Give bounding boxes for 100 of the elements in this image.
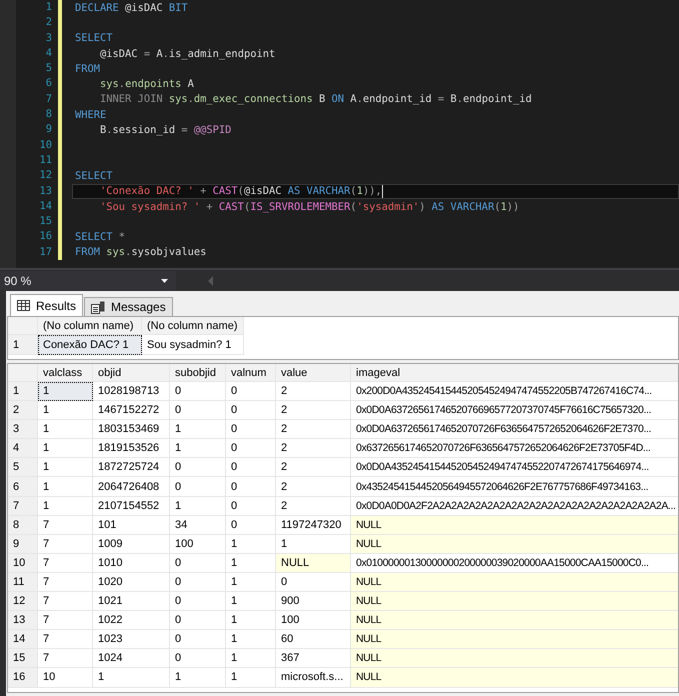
row-number: 2 [8,401,38,420]
table-cell: NULL [351,649,678,668]
table-cell: NULL [351,611,678,630]
table-cell: 1 [226,592,276,612]
code-token: endpoint_id [362,93,433,106]
code-token: . [188,93,194,106]
column-header[interactable]: subobjid [170,364,226,382]
column-header[interactable]: valnum [226,364,276,382]
row-number: 15 [8,649,38,668]
code-token: + [205,200,214,212]
table-cell: 1028198713 [93,382,170,402]
table-cell: 1 [226,554,276,573]
grid-icon [17,300,30,311]
table-cell: 60 [276,630,351,650]
row-number: 1 [8,335,38,355]
code-token: * [118,231,126,244]
corner-header[interactable] [8,317,38,335]
table-cell: 1 [38,382,93,402]
column-header[interactable]: valclass [38,364,93,382]
column-header[interactable]: imageval [351,364,678,382]
column-header[interactable]: value [276,364,351,382]
code-token: is_admin_endpoint [168,48,276,60]
code-token: ( [238,185,244,198]
table-cell: 1 [276,534,351,554]
table-cell: 1 [170,439,226,458]
code-token: B [449,93,457,106]
table-cell: 7 [38,649,93,668]
line-number: 5 [44,61,53,76]
code-token: IS_SRVROLEMEMBER [250,200,350,212]
table-cell: 1197247320 [276,516,351,535]
table-cell: 1 [38,401,93,420]
line-number: 3 [44,30,53,46]
table-cell: 2107154552 [93,496,170,516]
table-cell: 2 [276,420,351,440]
row-number: 13 [8,611,38,630]
row-number: 5 [8,458,38,478]
table-cell: 0 [170,630,226,650]
code-token: FROM [75,62,100,75]
code-token: 'Sou sysadmin? ' [99,200,200,212]
table-cell: NULL [351,592,678,612]
table-cell: 0 [226,382,276,402]
table-cell: 1 [38,420,93,440]
table-cell: NULL [351,668,678,688]
code-token: B [318,93,326,106]
table-cell: 0x0D0A0D0A2F2A2A2A2A2A2A2A2A2A2A2A2A2A2A2A2A2A2A2A2A... [351,496,678,516]
table-cell: 1872725724 [93,458,170,478]
code-token: sysobjvalues [131,246,206,258]
document-icon [91,300,106,314]
line-number: 17 [38,244,53,260]
code-token: CAST [212,185,238,198]
line-number: 1 [44,0,53,15]
code-token: ( [350,200,357,212]
code-token: SELECT [75,32,113,44]
code-token: 'Conexão DAC? ' [99,185,194,198]
results-tab[interactable]: Results [10,294,84,316]
code-token: A [349,93,357,106]
code-token: INNER JOIN [99,93,164,106]
corner-header[interactable] [8,364,38,382]
table-cell: 2064726408 [93,477,170,497]
column-header[interactable]: objid [93,364,170,382]
code-editor[interactable] [0,0,679,268]
table-cell: 7 [38,611,93,630]
table-cell: 1 [38,496,93,516]
column-header[interactable]: (No column name) [38,317,142,335]
scroll-left-icon[interactable] [206,274,216,286]
table-cell: 7 [38,630,93,650]
line-number: 16 [38,229,53,244]
line-number: 7 [44,92,53,107]
caret-icon [161,278,168,282]
code-token: @@SPID [192,124,232,136]
table-cell: 2 [276,496,351,516]
code-token: @isDAC [124,2,164,14]
code-token: = [144,48,150,60]
table-cell: 2 [276,382,351,402]
row-number: 12 [8,592,38,612]
row-number: 10 [8,554,38,573]
row-number: 3 [8,420,38,440]
row-number: 4 [8,439,38,458]
code-token: CAST [218,200,244,212]
table-cell: 1 [38,477,93,497]
line-number: 13 [38,184,53,199]
line-number: 14 [38,198,53,214]
zoom-dropdown[interactable]: 90 % [0,271,176,290]
line-number: 8 [44,107,53,122]
code-token: . [162,48,169,60]
code-token: ON [332,93,344,106]
row-number: 11 [8,572,38,592]
code-token: SELECT [75,231,113,244]
table-cell: 2 [276,477,351,497]
row-number: 6 [8,477,38,497]
row-number: 9 [8,534,38,554]
table-cell: 0 [226,439,276,458]
code-token: . [456,93,463,106]
table-cell: 900 [276,592,351,612]
code-token: )) [506,200,520,212]
table-cell: 2 [276,439,351,458]
code-token: endpoints [125,78,182,90]
column-header[interactable]: (No column name) [142,317,244,335]
results-tab[interactable]: Messages [84,297,173,316]
table-cell: 0 [226,401,276,420]
